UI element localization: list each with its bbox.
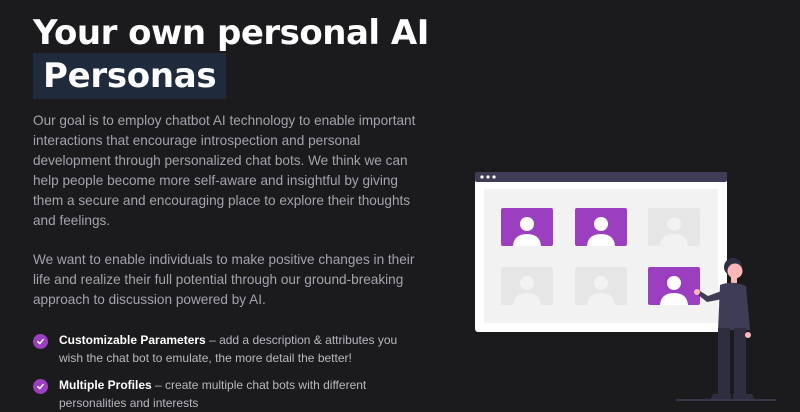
user-icon [667, 276, 681, 290]
hero-highlight: Personas [33, 53, 227, 99]
profile-card [575, 208, 627, 246]
feature-list: Customizable Parameters – add a descript… [33, 332, 423, 412]
window-dot-icon [486, 175, 490, 179]
user-icon [520, 276, 534, 290]
intro-paragraph-2: We want to enable individuals to make po… [33, 252, 415, 307]
profile-card [575, 267, 627, 305]
feature-item-customizable: Customizable Parameters – add a descript… [33, 332, 423, 367]
check-icon [33, 334, 48, 349]
profile-card [648, 267, 700, 305]
personas-illustration [475, 172, 776, 401]
user-icon [594, 217, 608, 231]
window-dot-icon [480, 175, 484, 179]
feature-item-multiple-profiles: Multiple Profiles – create multiple chat… [33, 377, 423, 412]
feature-title: Multiple Profiles [59, 378, 152, 392]
intro-paragraph-1: Our goal is to employ chatbot AI technol… [33, 113, 416, 228]
profile-card [648, 208, 700, 246]
profile-card [501, 208, 553, 246]
profile-card [501, 267, 553, 305]
user-icon [667, 217, 681, 231]
browser-titlebar [475, 172, 727, 182]
check-icon [33, 379, 48, 394]
user-icon [520, 217, 534, 231]
window-dot-icon [492, 175, 496, 179]
hero-title: Your own personal AI [33, 13, 429, 53]
feature-title: Customizable Parameters [59, 333, 206, 347]
user-icon [594, 276, 608, 290]
